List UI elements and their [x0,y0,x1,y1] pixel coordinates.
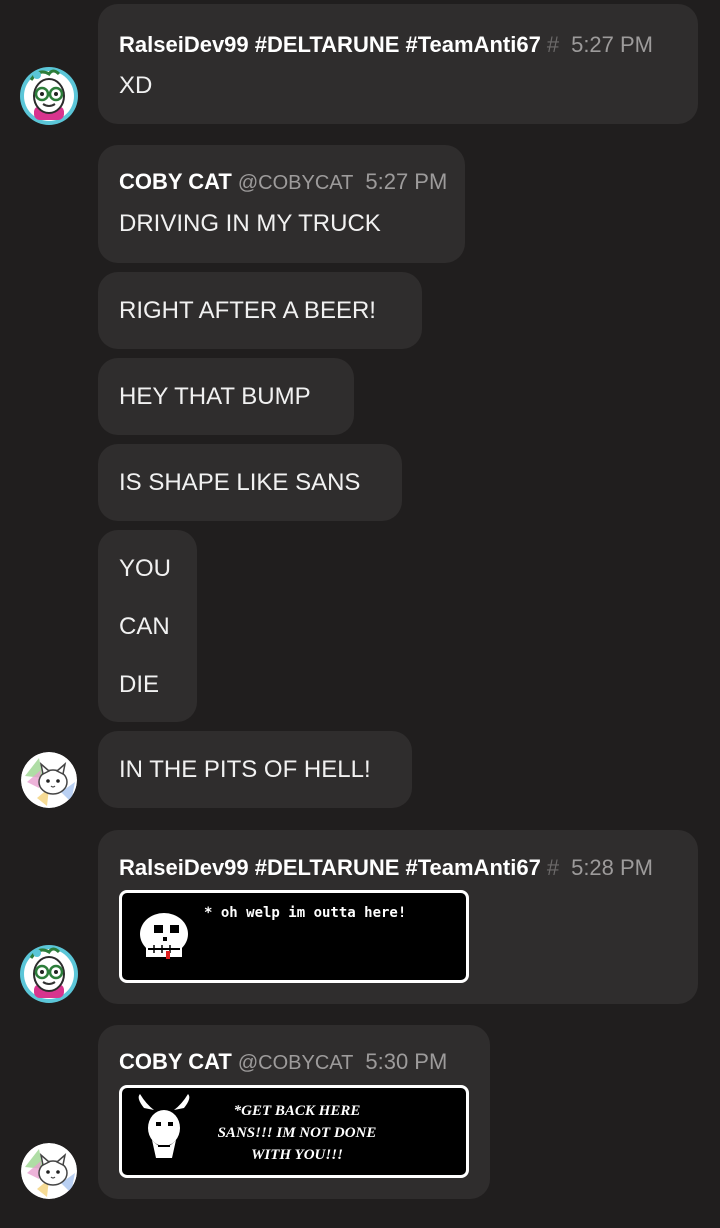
message-line: DIE [119,671,160,698]
hash-mark: # [546,32,560,57]
ralsei-avatar-icon[interactable] [19,944,79,1004]
message-line: YOU [119,555,172,582]
author-name[interactable]: COBY CAT [119,1049,232,1074]
message-text: IN THE PITS OF HELL! [119,756,371,783]
author-name[interactable]: RalseiDev99 #DELTARUNE #TeamAnti67 [119,855,541,880]
message-bubble[interactable]: HEY THAT BUMP [98,358,354,435]
message-text: HEY THAT BUMP [119,383,311,410]
image-attachment[interactable]: *GET BACK HERE SANS!!! IM NOT DONE WITH … [119,1085,469,1178]
author-handle[interactable]: @COBYCAT [238,172,354,194]
message-bubble[interactable]: IS SHAPE LIKE SANS [98,444,402,521]
message-header: COBY CAT @COBYCAT 5:30 PM [119,1049,447,1076]
timestamp: 5:27 PM [365,169,448,194]
message-line: CAN [119,613,170,640]
timestamp: 5:30 PM [365,1049,448,1074]
message-bubble[interactable]: COBY CAT @COBYCAT 5:27 PM DRIVING IN MY TR… [98,145,465,263]
image-caption: * oh welp im outta here! [204,905,407,921]
author-name[interactable]: COBY CAT [119,169,232,194]
message-bubble[interactable]: COBY CAT @COBYCAT 5:30 PM *GET BACK HERE S… [98,1025,490,1199]
message-bubble[interactable]: RIGHT AFTER A BEER! [98,272,422,349]
message-text: IS SHAPE LIKE SANS [119,469,361,496]
ralsei-avatar-icon[interactable] [19,66,79,126]
message-bubble[interactable]: RalseiDev99 #DELTARUNE #TeamAnti67 #5:28 … [98,830,698,1004]
message-bubble[interactable]: IN THE PITS OF HELL! [98,731,412,808]
image-attachment[interactable]: * oh welp im outta here! [119,890,469,983]
message-text: DRIVING IN MY TRUCK [119,210,381,237]
timestamp: 5:27 PM [571,32,654,57]
image-caption: *GET BACK HERE SANS!!! IM NOT DONE WITH … [217,1103,377,1163]
timestamp: 5:28 PM [571,855,654,880]
hash-mark: # [546,855,560,880]
message-bubble[interactable]: YOU CAN DIE [98,530,197,722]
message-text: RIGHT AFTER A BEER! [119,297,376,324]
author-name[interactable]: RalseiDev99 #DELTARUNE #TeamAnti67 [119,32,541,57]
message-header: COBY CAT @COBYCAT 5:27 PM [119,169,447,196]
message-header: RalseiDev99 #DELTARUNE #TeamAnti67 #5:28 … [119,855,653,881]
author-handle[interactable]: @COBYCAT [238,1052,354,1074]
cobycat-avatar-icon[interactable] [21,752,77,808]
message-header: RalseiDev99 #DELTARUNE #TeamAnti67 #5:27 … [119,32,653,58]
message-text: XD [119,72,153,99]
message-bubble[interactable]: RalseiDev99 #DELTARUNE #TeamAnti67 #5:27 … [98,4,698,124]
cobycat-avatar-icon[interactable] [21,1143,77,1199]
